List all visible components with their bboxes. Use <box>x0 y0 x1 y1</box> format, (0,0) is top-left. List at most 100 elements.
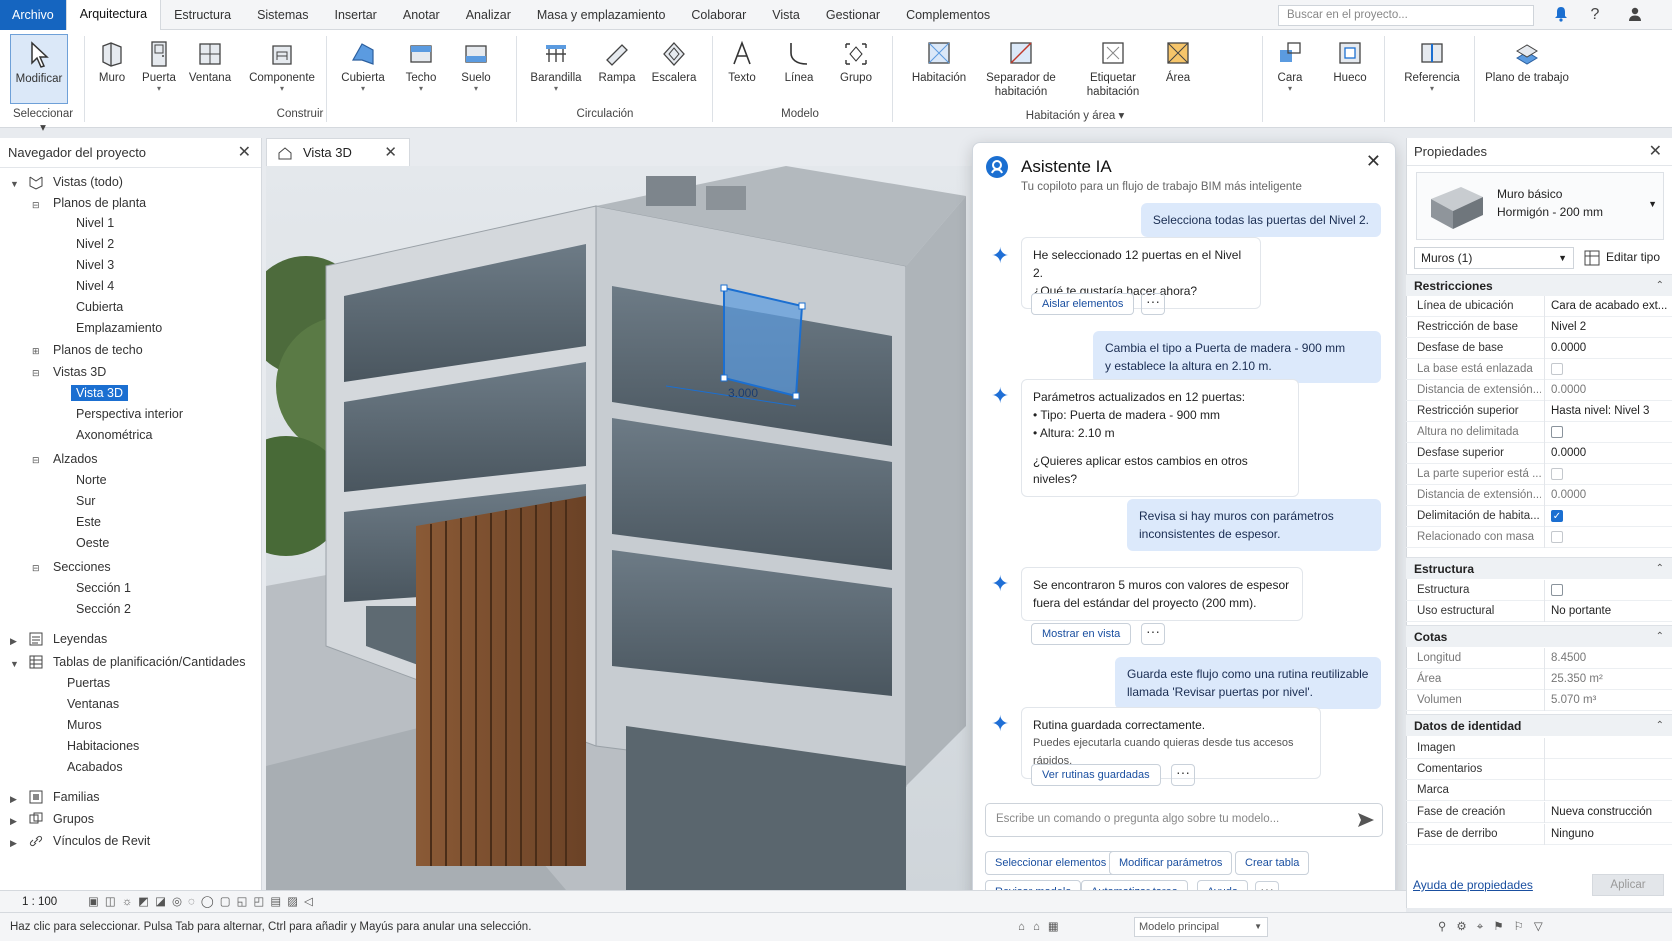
room-button[interactable]: Habitación <box>904 34 974 104</box>
tree-ceiling-plans[interactable]: Planos de techo <box>53 343 143 357</box>
comments-value[interactable] <box>1544 759 1668 780</box>
phase-demolished-value[interactable]: Ninguno <box>1544 824 1668 845</box>
tree-item-nivel-4[interactable]: Nivel 4 <box>76 279 114 293</box>
search-input[interactable]: Buscar en el proyecto... <box>1278 5 1534 26</box>
area-button[interactable]: Área <box>1158 34 1198 104</box>
component-button[interactable]: Componente ▾ <box>246 34 318 104</box>
tree-families[interactable]: Familias <box>53 790 100 804</box>
tree-revit-links[interactable]: Vínculos de Revit <box>53 834 150 848</box>
suggestion-select-elements[interactable]: Seleccionar elementos <box>985 851 1117 875</box>
work-plane-button[interactable]: Plano de trabajo <box>1484 34 1570 104</box>
tab-analizar[interactable]: Analizar <box>453 0 524 30</box>
modify-button[interactable]: Modificar <box>10 34 68 104</box>
top-constraint-value[interactable]: Hasta nivel: Nivel 3 <box>1544 401 1668 422</box>
close-properties-icon[interactable]: ✕ <box>1649 138 1662 166</box>
tree-item-norte[interactable]: Norte <box>76 473 107 487</box>
ai-command-input[interactable]: Escribe un comando o pregunta algo sobre… <box>985 803 1383 837</box>
section-structure[interactable]: Estructura ⌃ <box>1406 557 1672 579</box>
tree-item-muros[interactable]: Muros <box>67 718 102 732</box>
tree-item-nivel-3[interactable]: Nivel 3 <box>76 258 114 272</box>
worksharing-icons[interactable]: ⌂⌂▦ <box>1018 913 1067 941</box>
suggestion-modify-parameters[interactable]: Modificar parámetros <box>1109 851 1233 875</box>
mark-value[interactable] <box>1544 780 1668 801</box>
apply-button[interactable]: Aplicar <box>1592 874 1664 896</box>
user-icon[interactable] <box>1626 6 1644 24</box>
unconnected-height-checkbox[interactable] <box>1551 426 1563 438</box>
group-button[interactable]: Grupo <box>834 34 878 104</box>
tree-item-seccion-1[interactable]: Sección 1 <box>76 581 131 595</box>
tab-anotar[interactable]: Anotar <box>390 0 453 30</box>
door-button[interactable]: Puerta ▾ <box>136 34 182 104</box>
tree-item-oeste[interactable]: Oeste <box>76 536 109 550</box>
location-line-value[interactable]: Cara de acabado ext... <box>1544 296 1668 317</box>
base-constraint-value[interactable]: Nivel 2 <box>1544 317 1668 338</box>
tree-3d-views[interactable]: Vistas 3D <box>53 365 106 379</box>
suggestion-create-table[interactable]: Crear tabla <box>1235 851 1310 875</box>
tree-item-nivel-2[interactable]: Nivel 2 <box>76 237 114 251</box>
send-icon[interactable] <box>1357 812 1375 828</box>
tree-item-cubierta[interactable]: Cubierta <box>76 300 123 314</box>
railing-button[interactable]: Barandilla ▾ <box>526 34 586 104</box>
ceiling-button[interactable]: Techo ▾ <box>398 34 444 104</box>
room-separator-button[interactable]: Separador de habitación <box>982 34 1060 104</box>
tab-sistemas[interactable]: Sistemas <box>244 0 321 30</box>
section-identity[interactable]: Datos de identidad ⌃ <box>1406 714 1672 736</box>
instance-filter-dropdown[interactable]: Muros (1) ▼ <box>1414 247 1574 269</box>
group-habitacion[interactable]: Habitación y área ▾ <box>1000 108 1150 122</box>
reference-button[interactable]: Referencia ▾ <box>1396 34 1468 104</box>
tree-item-acabados[interactable]: Acabados <box>67 760 123 774</box>
line-button[interactable]: Línea <box>778 34 820 104</box>
tree-elevations[interactable]: Alzados <box>53 452 97 466</box>
tab-masa[interactable]: Masa y emplazamiento <box>524 0 679 30</box>
face-button[interactable]: Cara ▾ <box>1272 34 1308 104</box>
tree-views-all[interactable]: Vistas (todo) <box>53 175 123 189</box>
tree-item-seccion-2[interactable]: Sección 2 <box>76 602 131 616</box>
tree-item-axonometrica[interactable]: Axonométrica <box>76 428 152 442</box>
help-icon[interactable]: ? <box>1586 6 1604 24</box>
tree-item-sur[interactable]: Sur <box>76 494 95 508</box>
tree-schedules[interactable]: Tablas de planificación/Cantidades <box>53 655 246 669</box>
properties-help-link[interactable]: Ayuda de propiedades <box>1413 878 1533 892</box>
tree-sections[interactable]: Secciones <box>53 560 111 574</box>
structural-usage-value[interactable]: No portante <box>1544 601 1668 622</box>
stair-button[interactable]: Escalera <box>650 34 698 104</box>
tab-gestionar[interactable]: Gestionar <box>813 0 893 30</box>
more-options-icon[interactable]: ··· <box>1171 764 1195 786</box>
wall-button[interactable]: Muro <box>90 34 134 104</box>
notification-icon[interactable] <box>1552 6 1570 24</box>
text-button[interactable]: Texto <box>722 34 762 104</box>
isolate-elements-button[interactable]: Aislar elementos <box>1031 293 1135 315</box>
tree-item-perspectiva[interactable]: Perspectiva interior <box>76 407 183 421</box>
tab-vista[interactable]: Vista <box>759 0 813 30</box>
edit-type-button[interactable]: Editar tipo <box>1606 250 1660 264</box>
tree-floor-plans[interactable]: Planos de planta <box>53 196 146 210</box>
phase-created-value[interactable]: Nueva construcción <box>1544 802 1668 823</box>
selection-filter-icons[interactable]: ⚲⚙⌖⚑⚐▽ <box>1438 913 1553 941</box>
close-ai-icon[interactable]: ✕ <box>1366 151 1381 172</box>
tab-estructura[interactable]: Estructura <box>161 0 244 30</box>
tree-item-puertas[interactable]: Puertas <box>67 676 110 690</box>
structural-checkbox[interactable] <box>1551 584 1563 596</box>
type-selector[interactable]: Muro básico Hormigón - 200 mm ▼ <box>1416 172 1664 240</box>
room-bounding-checkbox[interactable]: ✓ <box>1551 510 1563 522</box>
tree-item-ventanas[interactable]: Ventanas <box>67 697 119 711</box>
roof-button[interactable]: Cubierta ▾ <box>334 34 392 104</box>
file-tab[interactable]: Archivo <box>0 0 66 30</box>
tab-arquitectura[interactable]: Arquitectura <box>65 0 162 30</box>
tab-complementos[interactable]: Complementos <box>893 0 1003 30</box>
tree-item-habitaciones[interactable]: Habitaciones <box>67 739 139 753</box>
window-button[interactable]: Ventana <box>186 34 234 104</box>
tree-legends[interactable]: Leyendas <box>53 632 107 646</box>
tree-groups[interactable]: Grupos <box>53 812 94 826</box>
tag-room-button[interactable]: Etiquetar habitación <box>1080 34 1146 104</box>
view-saved-routines-button[interactable]: Ver rutinas guardadas <box>1031 764 1161 786</box>
tree-item-este[interactable]: Este <box>76 515 101 529</box>
show-in-view-button[interactable]: Mostrar en vista <box>1031 623 1132 645</box>
tab-colaborar[interactable]: Colaborar <box>678 0 759 30</box>
floor-button[interactable]: Suelo ▾ <box>452 34 500 104</box>
close-view-icon[interactable]: ✕ <box>384 139 397 167</box>
close-icon[interactable]: ✕ <box>238 138 251 168</box>
section-dimensions[interactable]: Cotas ⌃ <box>1406 625 1672 647</box>
tree-item-emplazamiento[interactable]: Emplazamiento <box>76 321 162 335</box>
select-dropdown[interactable]: Seleccionar ▾ <box>10 108 76 134</box>
